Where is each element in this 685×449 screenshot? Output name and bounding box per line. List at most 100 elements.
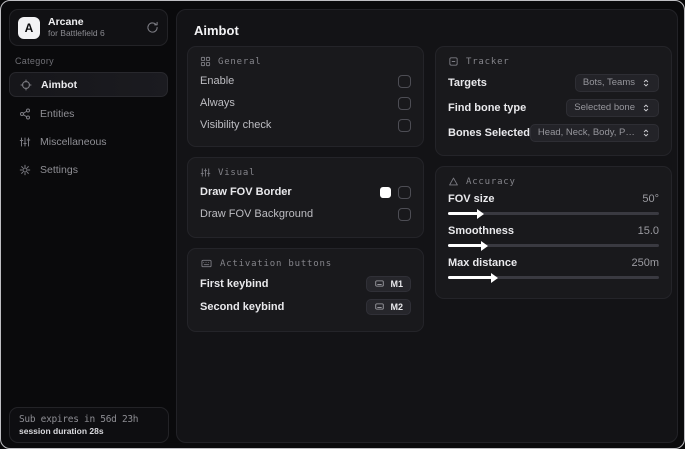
sidebar: A Arcane for Battlefield 6 Category Aimb… <box>1 1 176 448</box>
keyboard-icon <box>374 279 385 288</box>
max-distance-slider[interactable] <box>448 272 659 283</box>
keybind-value: M1 <box>390 278 403 289</box>
entities-icon <box>19 108 31 120</box>
refresh-icon[interactable] <box>146 21 159 34</box>
square-minus-icon <box>448 56 459 67</box>
app-logo: A <box>18 16 40 39</box>
draw-fov-background-checkbox[interactable] <box>398 207 411 221</box>
dropdown-value: Head, Neck, Body, Pe.. <box>537 127 635 138</box>
setting-row-bones-selected: Bones Selected Head, Neck, Body, Pe.. <box>448 120 659 145</box>
setting-label: Smoothness <box>448 225 515 237</box>
unfold-icon <box>641 128 651 138</box>
setting-row-draw-fov-border: Draw FOV Border <box>200 181 411 203</box>
fov-border-color-swatch[interactable] <box>380 186 391 198</box>
grid-icon <box>200 56 211 67</box>
session-duration-text: session duration 28s <box>19 426 104 436</box>
setting-label: Find bone type <box>448 101 527 114</box>
smoothness-value: 15.0 <box>637 225 659 237</box>
targets-dropdown[interactable]: Bots, Teams <box>574 73 659 92</box>
fov-size-slider[interactable] <box>448 208 659 219</box>
visual-card-header: Visual <box>200 167 411 178</box>
setting-label: Max distance <box>448 257 518 269</box>
card-title: Visual <box>218 167 256 178</box>
app-subtitle: for Battlefield 6 <box>48 28 105 38</box>
main-panel: Aimbot General Enable Always Visibility … <box>176 9 678 443</box>
app-window: A Arcane for Battlefield 6 Category Aimb… <box>0 0 685 449</box>
draw-fov-border-checkbox[interactable] <box>398 185 411 199</box>
setting-row-always: Always <box>200 92 411 114</box>
setting-label: Draw FOV Background <box>200 208 314 220</box>
page-title: Aimbot <box>194 23 239 38</box>
setting-label: First keybind <box>200 277 269 290</box>
slider-fill <box>448 272 499 283</box>
tracker-card: Tracker Targets Bots, Teams Find bone ty… <box>435 46 672 156</box>
setting-row-draw-fov-background: Draw FOV Background <box>200 203 411 225</box>
sidebar-item-settings[interactable]: Settings <box>9 159 168 181</box>
gear-icon <box>19 164 31 176</box>
setting-row-enable: Enable <box>200 70 411 92</box>
general-card: General Enable Always Visibility check <box>187 46 424 147</box>
slider-fill <box>448 240 488 251</box>
setting-label: FOV size <box>448 193 495 205</box>
activation-buttons-card: Activation buttons First keybind M1 Seco… <box>187 248 424 332</box>
card-title: Activation buttons <box>220 258 332 269</box>
keyboard-icon <box>374 302 385 311</box>
keyboard-icon <box>200 258 213 269</box>
sliders-icon <box>19 136 31 148</box>
sidebar-item-label: Settings <box>40 164 78 176</box>
slider-fill <box>448 208 483 219</box>
activation-card-header: Activation buttons <box>200 258 411 269</box>
fov-size-value: 50° <box>642 193 659 205</box>
sidebar-item-miscellaneous[interactable]: Miscellaneous <box>9 131 168 153</box>
dropdown-value: Selected bone <box>574 102 635 113</box>
subscription-card: Sub expires in 56d 23h session duration … <box>9 407 169 443</box>
accuracy-card: Accuracy FOV size 50° Smoothness 15.0 Ma… <box>435 166 672 299</box>
card-title: General <box>218 56 262 67</box>
setting-row-find-bone-type: Find bone type Selected bone <box>448 95 659 120</box>
fov-size-group: FOV size 50° <box>448 190 659 219</box>
app-name: Arcane <box>48 16 84 28</box>
setting-row-second-keybind: Second keybind M2 <box>200 295 411 318</box>
setting-label: Visibility check <box>200 119 272 131</box>
setting-label: Always <box>200 97 235 109</box>
find-bone-type-dropdown[interactable]: Selected bone <box>566 98 659 117</box>
general-card-header: General <box>200 56 411 67</box>
tracker-card-header: Tracker <box>448 56 659 67</box>
unfold-icon <box>641 78 651 88</box>
slider-head: Max distance 250m <box>448 254 659 272</box>
visual-card: Visual Draw FOV Border Draw FOV Backgrou… <box>187 157 424 238</box>
setting-row-visibility-check: Visibility check <box>200 114 411 136</box>
smoothness-slider[interactable] <box>448 240 659 251</box>
always-checkbox[interactable] <box>398 96 411 110</box>
category-label: Category <box>15 56 54 66</box>
app-meta: Arcane for Battlefield 6 <box>48 16 138 39</box>
slider-head: Smoothness 15.0 <box>448 222 659 240</box>
sidebar-item-label: Miscellaneous <box>40 136 107 148</box>
unfold-icon <box>641 103 651 113</box>
dropdown-value: Bots, Teams <box>582 77 635 88</box>
first-keybind-button[interactable]: M1 <box>366 275 411 292</box>
sidebar-item-label: Entities <box>40 108 75 120</box>
enable-checkbox[interactable] <box>398 74 411 88</box>
accuracy-card-header: Accuracy <box>448 176 659 187</box>
app-header-card: A Arcane for Battlefield 6 <box>9 9 168 46</box>
setting-label: Enable <box>200 75 235 87</box>
smoothness-group: Smoothness 15.0 <box>448 222 659 251</box>
sidebar-item-aimbot[interactable]: Aimbot <box>9 72 168 97</box>
setting-label: Draw FOV Border <box>200 186 292 198</box>
setting-row-first-keybind: First keybind M1 <box>200 272 411 295</box>
max-distance-group: Max distance 250m <box>448 254 659 283</box>
sub-expires-text: Sub expires in 56d 23h <box>19 414 139 425</box>
fov-border-controls <box>380 185 411 199</box>
visibility-check-checkbox[interactable] <box>398 118 411 132</box>
slider-head: FOV size 50° <box>448 190 659 208</box>
sidebar-item-entities[interactable]: Entities <box>9 103 168 125</box>
second-keybind-button[interactable]: M2 <box>366 298 411 315</box>
setting-label: Targets <box>448 76 487 89</box>
sliders-vertical-icon <box>200 167 211 178</box>
card-title: Tracker <box>466 56 510 67</box>
card-title: Accuracy <box>466 176 516 187</box>
bones-selected-dropdown[interactable]: Head, Neck, Body, Pe.. <box>529 123 659 142</box>
setting-label: Bones Selected <box>448 126 530 139</box>
sidebar-item-label: Aimbot <box>41 78 78 91</box>
